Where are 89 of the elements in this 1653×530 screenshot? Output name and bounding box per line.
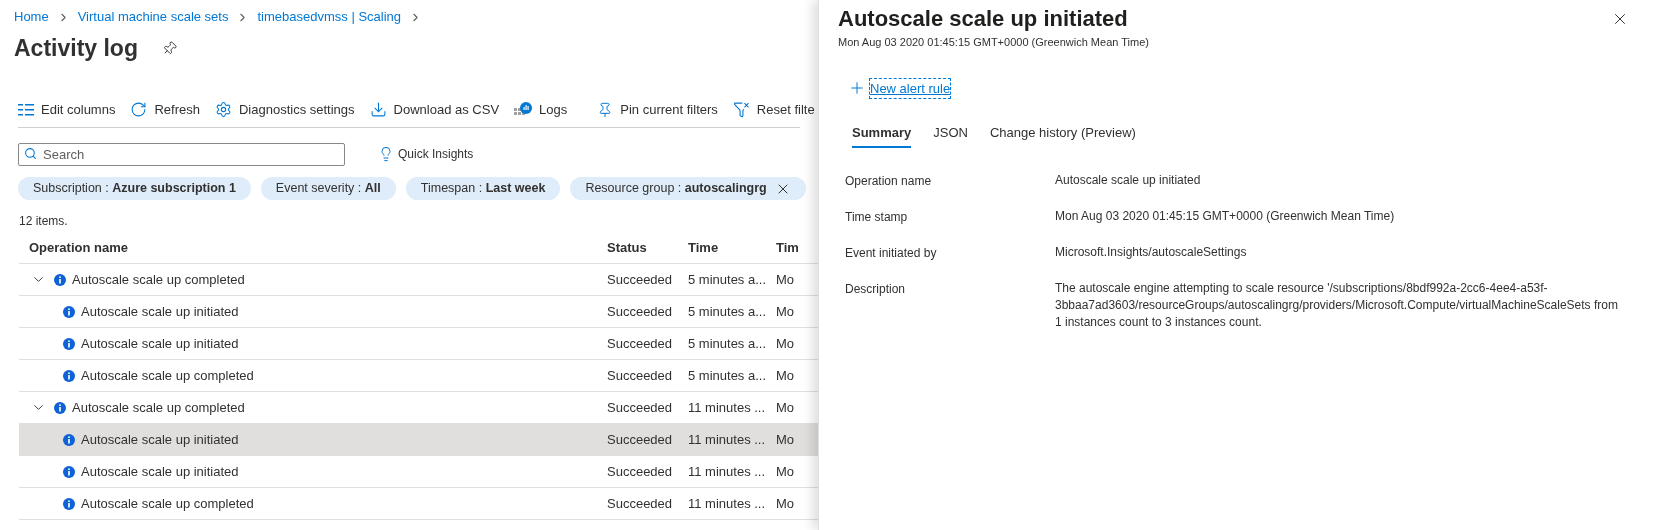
table-cell-text: Mo bbox=[776, 366, 795, 385]
detail-value: Microsoft.Insights/autoscaleSettings bbox=[1055, 244, 1248, 261]
detail-value: The autoscale engine attempting to scale resource '/subscriptions/8bdf992a-2cc6-4ee4-a53f-3bbaa7ad3603/resourceGroups/autoscalingrg/providers/Microsoft.Compute/virtualMachineScaleSets from 1 instances count to 3 instances count. bbox=[1055, 280, 1619, 331]
status-text: Succeeded bbox=[607, 302, 674, 321]
operation-name: Autoscale scale up initiated bbox=[81, 334, 239, 353]
time-text: 5 minutes a... bbox=[688, 334, 768, 353]
detail-label: Description bbox=[845, 281, 907, 298]
time-text: 11 minutes ... bbox=[688, 462, 767, 481]
toolbar-button[interactable]: Pin current filters bbox=[597, 99, 718, 120]
table-row[interactable]: Autoscale scale up initiated Succeeded 11 minutes ... Mo bbox=[19, 424, 818, 456]
info-icon bbox=[63, 433, 75, 446]
column-header[interactable]: Time bbox=[688, 237, 776, 258]
operation-name: Autoscale scale up initiated bbox=[81, 302, 239, 321]
panel-title: Autoscale scale up initiated bbox=[838, 5, 1128, 33]
table-cell-text: Mo bbox=[776, 462, 795, 481]
table-cell-text: Mo bbox=[776, 494, 795, 513]
status-text: Succeeded bbox=[607, 334, 674, 353]
info-icon bbox=[63, 305, 75, 318]
filter-text: Timespan : Last week bbox=[420, 180, 546, 198]
status-text: Succeeded bbox=[607, 462, 674, 481]
detail-label: Time stamp bbox=[845, 209, 909, 226]
settings-icon bbox=[214, 101, 232, 118]
filter-pill[interactable]: Event severity : All bbox=[260, 177, 396, 200]
status-text: Succeeded bbox=[607, 366, 674, 385]
detail-value: Mon Aug 03 2020 01:45:15 GMT+0000 (Greenwich Mean Time) bbox=[1055, 208, 1396, 225]
toolbar-button[interactable]: Logs bbox=[514, 99, 568, 120]
status-text: Succeeded bbox=[607, 430, 674, 449]
time-text: 11 minutes ... bbox=[688, 494, 767, 513]
time-text: 11 minutes ... bbox=[688, 430, 767, 449]
operation-name: Autoscale scale up completed bbox=[81, 494, 254, 513]
table-cell-text: Mo bbox=[776, 270, 795, 289]
tab[interactable]: Change history (Preview) bbox=[989, 120, 1136, 148]
operation-name: Autoscale scale up completed bbox=[72, 270, 245, 289]
columns-icon bbox=[18, 103, 34, 116]
column-header[interactable]: Operation name bbox=[19, 237, 607, 258]
table-cell-text: Mo bbox=[776, 430, 795, 449]
table-cell-text: Mo bbox=[776, 398, 795, 417]
toolbar-button[interactable]: Edit columns bbox=[18, 99, 116, 120]
time-text: 5 minutes a... bbox=[688, 366, 768, 385]
page-title: Activity log bbox=[14, 33, 138, 63]
lightbulb-icon bbox=[378, 145, 394, 162]
column-header[interactable]: Tim bbox=[776, 237, 799, 258]
operation-name: Autoscale scale up completed bbox=[72, 398, 245, 417]
status-text: Succeeded bbox=[607, 270, 674, 289]
table-cell-text: Mo bbox=[776, 334, 795, 353]
quick-insights-button[interactable]: Quick Insights bbox=[378, 144, 474, 163]
toolbar-button[interactable]: Download as CSV bbox=[369, 99, 500, 120]
operation-name: Autoscale scale up completed bbox=[81, 366, 254, 385]
status-text: Succeeded bbox=[607, 398, 674, 417]
filter-text: Event severity : All bbox=[275, 180, 381, 198]
info-icon bbox=[54, 273, 66, 286]
info-icon bbox=[54, 401, 66, 414]
time-text: 11 minutes ... bbox=[688, 398, 767, 417]
filter-text: Resource group : autoscalingrg bbox=[585, 180, 767, 198]
time-text: 5 minutes a... bbox=[688, 302, 768, 321]
filter-text: Subscription : Azure subscription 1 bbox=[33, 180, 236, 198]
tab[interactable]: Summary bbox=[852, 120, 912, 148]
refresh-icon bbox=[130, 101, 148, 118]
filter-clear-icon bbox=[732, 101, 750, 118]
info-icon bbox=[63, 369, 75, 382]
filter-pill[interactable]: Subscription : Azure subscription 1 bbox=[18, 177, 251, 200]
search-field[interactable]: Search bbox=[18, 143, 345, 166]
filter-pill[interactable]: Timespan : Last week bbox=[405, 177, 561, 200]
new-alert-rule-link[interactable]: New alert rule bbox=[848, 78, 951, 98]
detail-label: Operation name bbox=[845, 173, 933, 190]
breadcrumb-link[interactable]: Virtual machine scale sets bbox=[77, 7, 229, 27]
column-header[interactable]: Status bbox=[607, 237, 688, 258]
breadcrumb-link[interactable]: timebasedvmss | Scaling bbox=[257, 7, 401, 27]
operation-name: Autoscale scale up initiated bbox=[81, 430, 239, 449]
search-icon bbox=[24, 147, 37, 160]
info-icon bbox=[63, 337, 75, 350]
download-icon bbox=[369, 101, 387, 118]
table-cell-text: Mo bbox=[776, 302, 795, 321]
item-count: 12 items. bbox=[19, 213, 69, 230]
logs-icon bbox=[514, 101, 533, 118]
detail-label: Event initiated by bbox=[845, 245, 938, 262]
panel-subtitle: Mon Aug 03 2020 01:45:15 GMT+0000 (Greenwich Mean Time) bbox=[838, 35, 1150, 50]
toolbar-button[interactable]: Diagnostics settings bbox=[214, 99, 355, 120]
time-text: 5 minutes a... bbox=[688, 270, 768, 289]
toolbar-button[interactable]: Refresh bbox=[130, 99, 200, 120]
operation-name: Autoscale scale up initiated bbox=[81, 462, 239, 481]
breadcrumb-link[interactable]: Home bbox=[14, 7, 49, 27]
info-icon bbox=[63, 497, 75, 510]
info-icon bbox=[63, 465, 75, 478]
detail-value: Autoscale scale up initiated bbox=[1055, 172, 1202, 189]
tab[interactable]: JSON bbox=[933, 120, 968, 148]
status-text: Succeeded bbox=[607, 494, 674, 513]
filter-pill[interactable]: Resource group : autoscalingrg bbox=[570, 177, 806, 200]
toolbar-button[interactable]: Reset filte bbox=[732, 99, 815, 120]
